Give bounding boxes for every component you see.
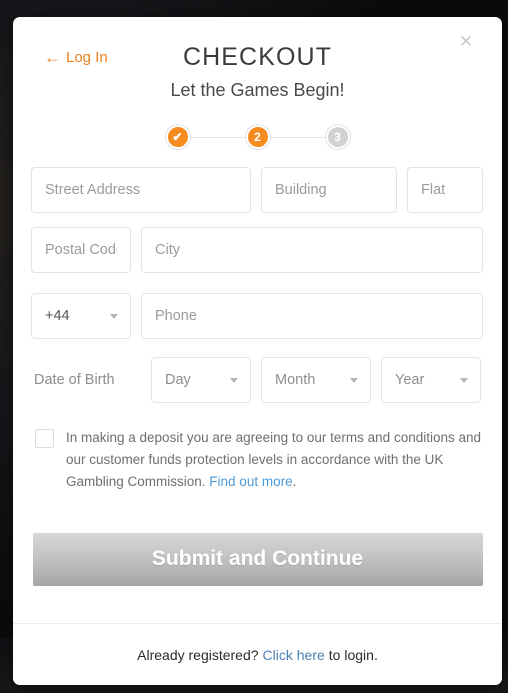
dob-year-value: Year [395, 372, 425, 388]
step-3-pending[interactable]: 3 [325, 125, 350, 149]
address-row [31, 167, 484, 213]
modal-header: ← Log In ✕ CHECKOUT Let the Games Begin! [31, 17, 484, 113]
chevron-down-icon [460, 377, 468, 383]
footer-suffix: to login. [328, 646, 378, 663]
phone-row: +44 [31, 293, 484, 339]
checkout-modal: ← Log In ✕ CHECKOUT Let the Games Begin!… [13, 17, 502, 685]
chevron-down-icon [350, 377, 358, 383]
arrow-left-icon: ← [44, 48, 61, 67]
dob-month-select[interactable]: Month [261, 357, 371, 403]
city-row [31, 227, 484, 273]
back-to-login-link[interactable]: ← Log In [44, 49, 108, 66]
step-connector-1 [189, 136, 246, 138]
step-1-label: ✔ [172, 130, 183, 144]
footer-prefix: Already registered? [137, 646, 259, 663]
step-2-label: 2 [254, 130, 261, 144]
close-icon[interactable]: ✕ [455, 30, 477, 52]
city-input[interactable] [141, 227, 483, 273]
dob-day-select[interactable]: Day [151, 357, 251, 403]
terms-text: In making a deposit you are agreeing to … [66, 427, 484, 493]
chevron-down-icon [230, 377, 238, 383]
step-1-complete[interactable]: ✔ [165, 125, 190, 149]
chevron-down-icon [110, 313, 118, 319]
step-3-label: 3 [334, 130, 341, 144]
modal-body: ← Log In ✕ CHECKOUT Let the Games Begin!… [13, 17, 502, 622]
dob-month-value: Month [275, 372, 316, 388]
dob-year-select[interactable]: Year [381, 357, 481, 403]
page-subtitle: Let the Games Begin! [170, 80, 345, 100]
step-indicator: ✔ 2 3 [31, 125, 484, 149]
street-address-input[interactable] [31, 167, 251, 213]
flat-input[interactable] [407, 167, 483, 213]
terms-section: In making a deposit you are agreeing to … [31, 427, 484, 493]
find-out-more-link[interactable]: Find out more [209, 474, 292, 489]
phone-input[interactable] [141, 293, 483, 339]
country-code-value: +44 [45, 308, 70, 324]
date-of-birth-row: Date of Birth Day Month Year [31, 357, 484, 403]
date-of-birth-label: Date of Birth [34, 372, 115, 388]
postal-code-input[interactable] [31, 227, 131, 273]
modal-footer: Already registered? Click here to login. [13, 623, 502, 685]
building-input[interactable] [261, 167, 397, 213]
submit-and-continue-button[interactable]: Submit and Continue [32, 532, 483, 586]
country-code-select[interactable]: +44 [31, 293, 131, 339]
dob-day-value: Day [165, 372, 191, 388]
terms-text-part2: . [292, 473, 297, 489]
step-2-active[interactable]: 2 [245, 125, 270, 149]
terms-checkbox[interactable] [35, 429, 54, 448]
back-to-login-label: Log In [66, 49, 108, 66]
step-connector-2 [269, 136, 326, 138]
footer-login-link[interactable]: Click here [259, 647, 329, 663]
